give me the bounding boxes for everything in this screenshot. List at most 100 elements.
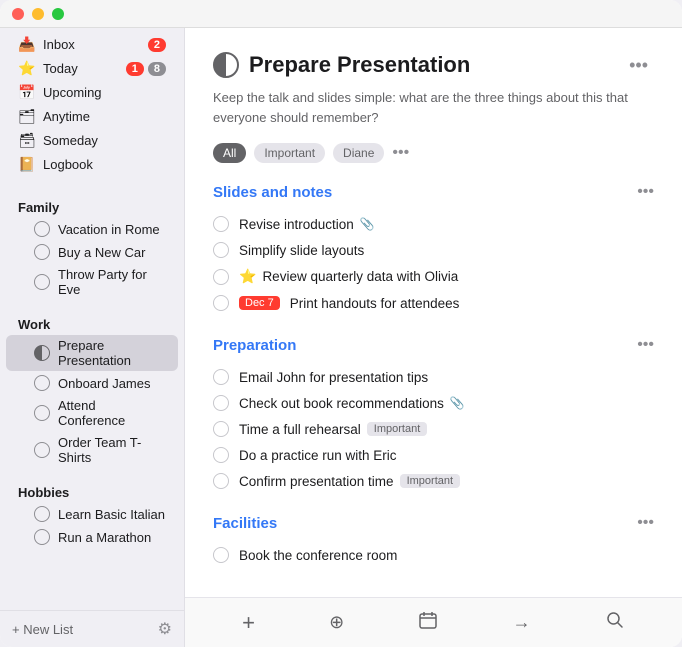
task-text: Do a practice run with Eric	[239, 448, 397, 463]
task-label: Simplify slide layouts	[239, 243, 654, 258]
task-label: Dec 7 Print handouts for attendees	[239, 296, 654, 311]
search-icon	[605, 610, 625, 630]
task-item: Do a practice run with Eric	[213, 442, 654, 468]
attend-circle	[34, 405, 50, 421]
sidebar-item-italian[interactable]: Learn Basic Italian	[6, 503, 178, 525]
attend-label: Attend Conference	[58, 398, 166, 428]
task-text: Simplify slide layouts	[239, 243, 364, 258]
hobbies-group: Hobbies Learn Basic Italian Run a Marath…	[0, 473, 184, 553]
slides-section-menu[interactable]: •••	[637, 183, 654, 201]
new-list-label: + New List	[12, 622, 73, 637]
task-label: Do a practice run with Eric	[239, 448, 654, 463]
filter-all[interactable]: All	[213, 143, 246, 163]
vacation-circle	[34, 221, 50, 237]
task-checkbox[interactable]	[213, 295, 229, 311]
prepare-label: Prepare Presentation	[58, 338, 166, 368]
sidebar-item-today[interactable]: ⭐ Today 1 8	[6, 57, 178, 80]
sidebar-item-attend[interactable]: Attend Conference	[6, 395, 178, 431]
task-checkbox[interactable]	[213, 547, 229, 563]
sidebar-item-car[interactable]: Buy a New Car	[6, 241, 178, 263]
sidebar-item-onboard[interactable]: Onboard James	[6, 372, 178, 394]
task-item: Dec 7 Print handouts for attendees	[213, 290, 654, 316]
sidebar-item-upcoming[interactable]: 📅 Upcoming	[6, 81, 178, 104]
bottom-toolbar: + ⊕ →	[185, 597, 682, 647]
sidebar-item-someday[interactable]: 🗃 Someday	[6, 129, 178, 152]
slides-section-title: Slides and notes	[213, 184, 332, 201]
today-badge-gray: 8	[148, 62, 166, 76]
inbox-badge: 2	[148, 38, 166, 52]
family-header: Family	[0, 192, 184, 217]
task-text: Time a full rehearsal	[239, 422, 361, 437]
main-window: 📥 Inbox 2 ⭐ Today 1 8 📅 Upcoming 🗂 Anyti…	[0, 0, 682, 647]
today-icon: ⭐	[18, 60, 36, 77]
task-checkbox[interactable]	[213, 216, 229, 232]
sidebar-item-order[interactable]: Order Team T-Shirts	[6, 432, 178, 468]
italian-label: Learn Basic Italian	[58, 507, 165, 522]
task-text: Check out book recommendations	[239, 396, 444, 411]
add-checklist-button[interactable]: ⊕	[319, 608, 354, 637]
inbox-icon: 📥	[18, 36, 36, 53]
task-item: Email John for presentation tips	[213, 364, 654, 390]
filter-more-button[interactable]: •••	[392, 144, 409, 162]
task-checkbox[interactable]	[213, 473, 229, 489]
minimize-button[interactable]	[32, 8, 44, 20]
sidebar-item-marathon[interactable]: Run a Marathon	[6, 526, 178, 548]
onboard-label: Onboard James	[58, 376, 151, 391]
schedule-button[interactable]	[408, 606, 448, 639]
facilities-section-menu[interactable]: •••	[637, 514, 654, 532]
task-title: Prepare Presentation	[249, 52, 613, 78]
prepare-circle	[34, 345, 50, 361]
task-description: Keep the talk and slides simple: what ar…	[213, 88, 654, 127]
sidebar-item-anytime[interactable]: 🗂 Anytime	[6, 105, 178, 128]
task-menu-button[interactable]: •••	[623, 53, 654, 78]
vacation-label: Vacation in Rome	[58, 222, 160, 237]
logbook-label: Logbook	[43, 157, 166, 172]
settings-icon[interactable]: ⚙	[158, 619, 172, 639]
new-list-button[interactable]: + New List	[12, 622, 73, 637]
upcoming-icon: 📅	[18, 84, 36, 101]
task-item: Simplify slide layouts	[213, 237, 654, 263]
task-checkbox[interactable]	[213, 395, 229, 411]
task-item: Confirm presentation time Important	[213, 468, 654, 494]
content-area: 📥 Inbox 2 ⭐ Today 1 8 📅 Upcoming 🗂 Anyti…	[0, 28, 682, 647]
main-scroll: Prepare Presentation ••• Keep the talk a…	[185, 28, 682, 597]
sidebar-footer: + New List ⚙	[0, 610, 184, 647]
task-checkbox[interactable]	[213, 269, 229, 285]
sidebar-item-logbook[interactable]: 📔 Logbook	[6, 153, 178, 176]
attachment-icon: 📎	[450, 396, 465, 410]
family-group: Family Vacation in Rome Buy a New Car Th…	[0, 188, 184, 305]
task-checkbox[interactable]	[213, 447, 229, 463]
maximize-button[interactable]	[52, 8, 64, 20]
anytime-label: Anytime	[43, 109, 166, 124]
filter-diane[interactable]: Diane	[333, 143, 384, 163]
marathon-circle	[34, 529, 50, 545]
add-task-button[interactable]: +	[232, 606, 265, 640]
task-text: Email John for presentation tips	[239, 370, 428, 385]
sidebar-item-inbox[interactable]: 📥 Inbox 2	[6, 33, 178, 56]
move-button[interactable]: →	[503, 608, 541, 637]
work-header: Work	[0, 309, 184, 334]
car-label: Buy a New Car	[58, 245, 145, 260]
sidebar-item-party[interactable]: Throw Party for Eve	[6, 264, 178, 300]
preparation-section-menu[interactable]: •••	[637, 336, 654, 354]
slides-section-header: Slides and notes •••	[213, 183, 654, 201]
sidebar-item-vacation[interactable]: Vacation in Rome	[6, 218, 178, 240]
task-checkbox[interactable]	[213, 242, 229, 258]
star-icon: ⭐	[239, 268, 256, 285]
sidebar-item-prepare[interactable]: Prepare Presentation	[6, 335, 178, 371]
task-checkbox[interactable]	[213, 369, 229, 385]
anytime-icon: 🗂	[18, 108, 36, 125]
task-label: Revise introduction 📎	[239, 217, 654, 232]
task-checkbox[interactable]	[213, 421, 229, 437]
upcoming-label: Upcoming	[43, 85, 166, 100]
onboard-circle	[34, 375, 50, 391]
task-text: Review quarterly data with Olivia	[262, 269, 458, 284]
close-button[interactable]	[12, 8, 24, 20]
filter-important[interactable]: Important	[254, 143, 325, 163]
order-circle	[34, 442, 50, 458]
italian-circle	[34, 506, 50, 522]
sidebar: 📥 Inbox 2 ⭐ Today 1 8 📅 Upcoming 🗂 Anyti…	[0, 28, 185, 647]
search-button[interactable]	[595, 606, 635, 639]
attachment-icon: 📎	[360, 217, 375, 231]
task-text: Book the conference room	[239, 548, 397, 563]
